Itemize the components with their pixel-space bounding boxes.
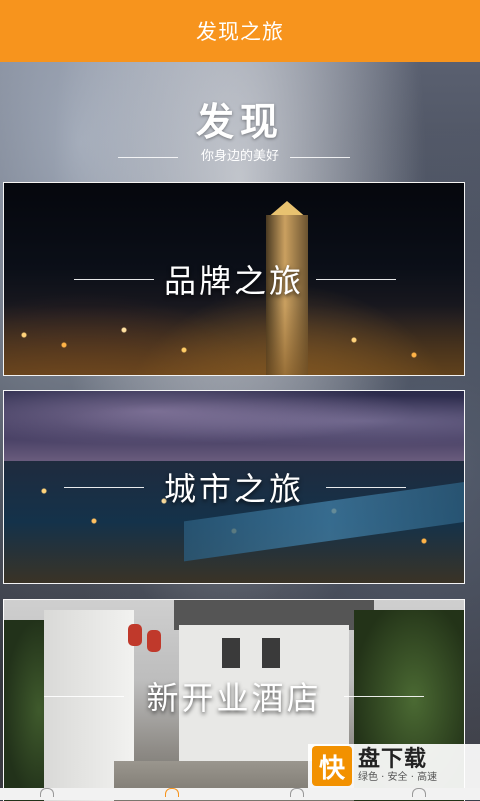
discover-tab-icon[interactable]	[165, 788, 179, 797]
lantern-icon	[147, 630, 161, 652]
orders-tab-icon[interactable]	[290, 788, 304, 797]
hero-subtitle-row: 你身边的美好	[0, 148, 480, 166]
divider-left	[118, 157, 178, 158]
divider-right	[290, 157, 350, 158]
watermark-slogan: 绿色 · 安全 · 高速	[358, 772, 438, 783]
profile-tab-icon[interactable]	[412, 788, 426, 797]
title-bar: 发现之旅	[0, 0, 480, 62]
bottom-tab-bar	[0, 788, 480, 800]
card-city-tour[interactable]: 城市之旅	[3, 390, 465, 584]
hero-title: 发现	[195, 100, 284, 144]
card-label: 品牌之旅	[163, 262, 304, 300]
home-tab-icon[interactable]	[40, 788, 54, 797]
card-label: 新开业酒店	[146, 679, 322, 717]
hero-section: 发现 你身边的美好	[0, 100, 480, 166]
lantern-icon	[128, 624, 142, 646]
clouds-image	[4, 391, 464, 451]
page-title: 发现之旅	[196, 20, 284, 44]
hero-subtitle: 你身边的美好	[200, 149, 279, 164]
window-image	[262, 638, 280, 668]
city-lights-image	[4, 305, 464, 375]
watermark-brand: 盘下载	[358, 747, 428, 772]
card-label: 城市之旅	[163, 470, 304, 508]
card-brand-tour[interactable]: 品牌之旅	[3, 182, 465, 376]
watermark: 快 盘下载 绿色 · 安全 · 高速	[308, 744, 480, 788]
window-image	[222, 638, 240, 668]
watermark-logo-icon: 快	[312, 746, 352, 786]
